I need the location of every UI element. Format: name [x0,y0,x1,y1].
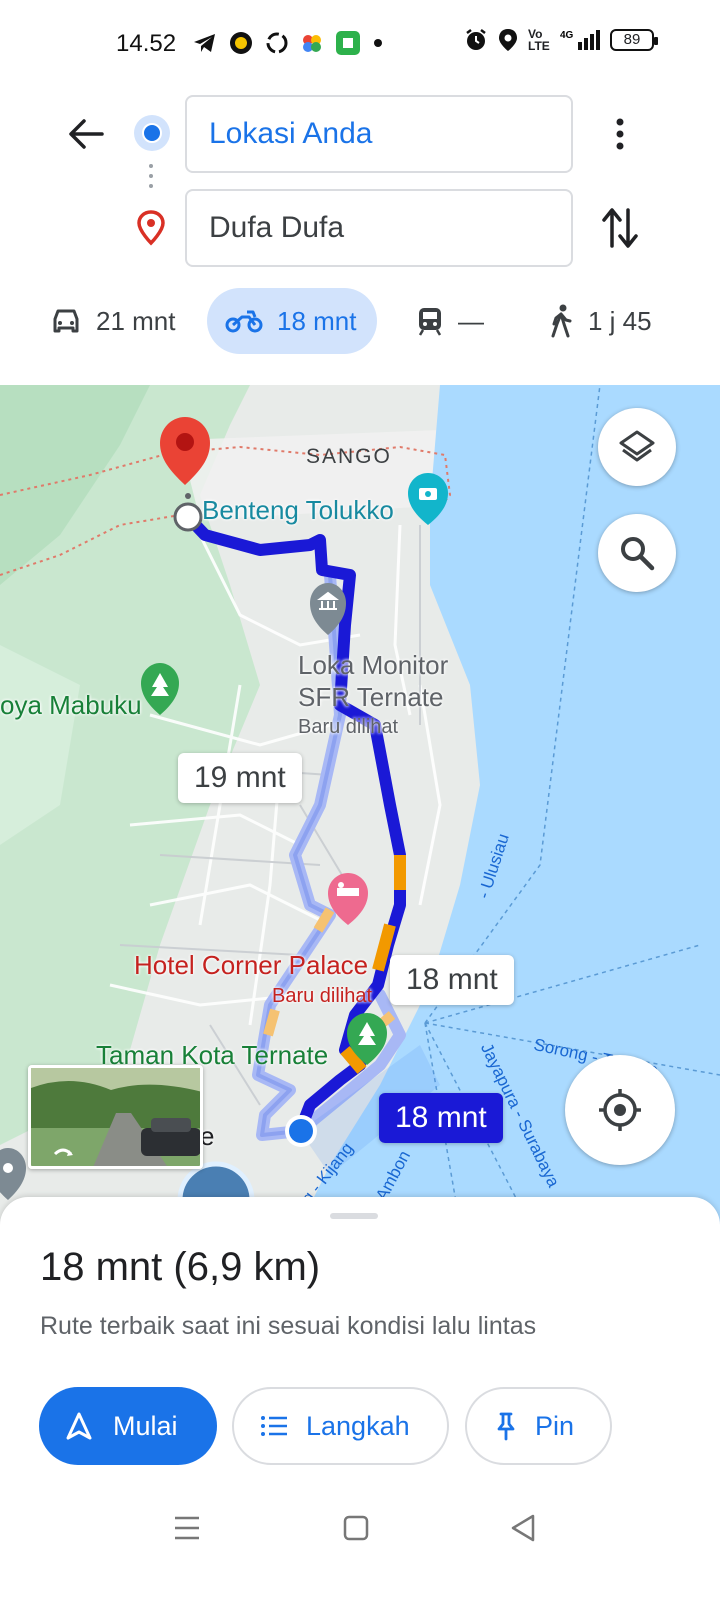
home-icon[interactable] [336,1508,376,1548]
system-icons: Vo LTE 4G 89 [464,27,658,53]
search-icon [621,537,655,571]
crosshair-icon [599,1089,641,1131]
map-label-benteng-tolukko[interactable]: Benteng Tolukko [202,495,394,526]
destination-field[interactable]: Dufa Dufa [185,189,573,267]
list-icon [261,1416,287,1436]
steps-button[interactable]: Langkah [232,1387,449,1465]
status-time: 14.52 [116,30,177,57]
destination-pin-icon [137,210,165,246]
travel-mode-tabs: 21 mnt 18 mnt — 1 j 45 [0,288,720,356]
start-button[interactable]: Mulai [39,1387,217,1465]
swap-icon[interactable] [598,204,642,252]
photos-icon [303,35,321,52]
pin-icon [497,1412,515,1441]
street-view-thumbnail[interactable] [28,1065,203,1169]
more-notifications-icon [374,39,382,47]
start-button-label: Mulai [113,1410,178,1441]
mode-transit[interactable]: — [416,288,484,354]
layers-button[interactable] [598,408,676,486]
map-label-mabuku[interactable]: oya Mabuku [0,690,142,721]
signal-icon: 4G [560,30,600,50]
walking-icon [551,304,572,338]
my-location-button[interactable] [565,1055,675,1165]
map-view[interactable]: SANGO Benteng Tolukko Loka Monitor SFR T… [0,385,720,1225]
back-nav-icon[interactable] [503,1508,543,1548]
map-label-loka-recent: Baru dilihat [298,716,399,738]
alt-route-2-time-bubble[interactable]: 18 mnt [390,955,514,1005]
map-label-loka-monitor-1[interactable]: Loka Monitor [298,650,448,681]
sync-icon [266,32,288,54]
notification-icons [193,30,383,56]
mode-car-label: 21 mnt [96,305,176,336]
svg-text:4G: 4G [560,30,574,41]
alarm-icon [466,29,486,50]
origin-dot-icon [134,115,170,151]
map-label-hotel-recent: Baru dilihat [272,985,373,1007]
mode-transit-label: — [458,305,484,336]
recent-apps-icon[interactable] [167,1508,207,1548]
mode-walk-label: 1 j 45 [588,305,652,336]
motorcycle-icon [225,310,263,333]
system-navigation-bar [0,1490,720,1560]
sheet-drag-handle[interactable] [330,1213,378,1219]
map-label-sango: SANGO [306,445,392,468]
selected-route-time-bubble[interactable]: 18 mnt [379,1093,503,1143]
more-options-icon[interactable] [604,112,636,156]
mode-motorcycle-label: 18 mnt [277,305,357,336]
origin-field[interactable]: Lokasi Anda [185,95,573,173]
battery-indicator: 89 [610,29,658,51]
status-bar: 14.52 Vo LTE 4G 89 [0,0,720,88]
shop-icon [336,31,360,55]
mode-motorcycle[interactable]: 18 mnt [207,288,377,354]
volte-indicator: Vo LTE [528,27,550,53]
car-icon [53,309,79,333]
train-icon [418,308,442,336]
street-view-image [31,1068,200,1166]
map-search-button[interactable] [598,514,676,592]
map-label-hotel-corner-palace[interactable]: Hotel Corner Palace [134,950,368,981]
map-label-loka-monitor-2[interactable]: SFR Ternate [298,682,443,713]
app-notification-icon [230,32,252,54]
steps-button-label: Langkah [306,1410,410,1441]
route-summary: 18 mnt (6,9 km) [40,1245,321,1289]
layers-icon [619,430,655,462]
telegram-icon [194,34,215,52]
route-description: Rute terbaik saat ini sesuai kondisi lal… [40,1312,537,1340]
route-connector [149,164,155,194]
back-arrow-icon[interactable] [64,112,108,156]
navigation-arrow-icon [66,1412,92,1440]
pin-button[interactable]: Pin [465,1387,612,1465]
location-icon [499,29,517,51]
mode-walk[interactable]: 1 j 45 [548,288,652,354]
pin-button-label: Pin [535,1410,575,1441]
mode-car[interactable]: 21 mnt [50,288,176,354]
alt-route-time-bubble[interactable]: 19 mnt [178,753,302,803]
